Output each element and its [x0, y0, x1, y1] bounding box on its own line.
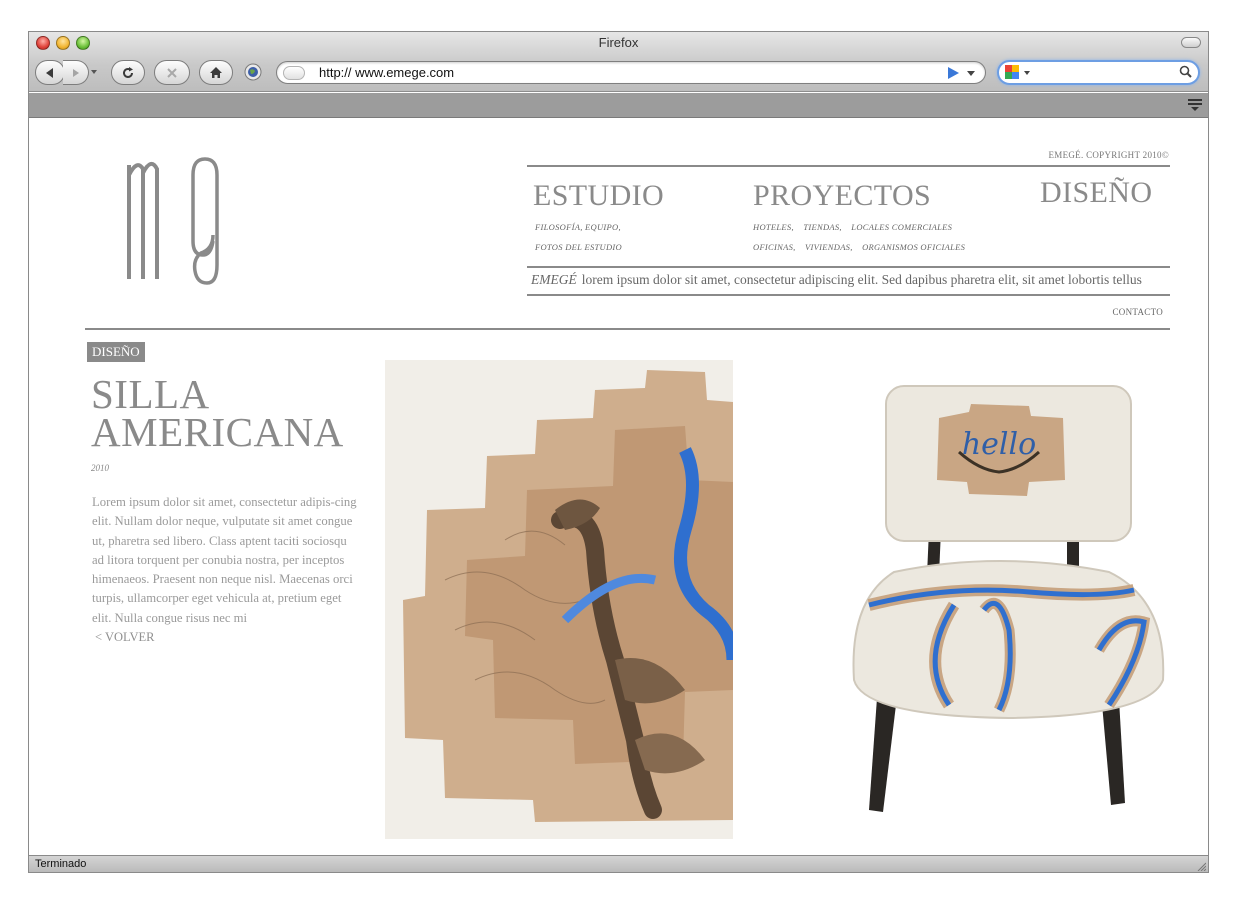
nav-proyectos-subitems-row1: HOTELES, TIENDAS, LOCALES COMERCIALES: [753, 222, 959, 232]
url-bar[interactable]: http:// www.emege.com: [276, 61, 986, 84]
contacto-link[interactable]: CONTACTO: [1112, 307, 1163, 317]
article-title-line1: SILLA: [91, 371, 210, 417]
nav-estudio-subitem[interactable]: FOTOS DEL ESTUDIO: [535, 242, 622, 252]
home-button[interactable]: [199, 60, 233, 85]
status-text: Terminado: [35, 858, 87, 870]
tagline-text: lorem ipsum dolor sit amet, consectetur …: [581, 272, 1142, 287]
home-icon: [210, 67, 222, 78]
page-icon[interactable]: [283, 66, 305, 80]
window-title: Firefox: [598, 35, 639, 50]
nav-proyectos-subitem[interactable]: ORGANISMOS OFICIALES: [862, 242, 965, 252]
tagline: EMEGÉ lorem ipsum dolor sit amet, consect…: [531, 272, 1142, 288]
category-badge[interactable]: DISEÑO: [87, 342, 145, 362]
reload-button[interactable]: [111, 60, 145, 85]
fabric-detail-image: [385, 360, 733, 839]
go-arrow-icon[interactable]: [948, 67, 959, 79]
globe-icon: [244, 63, 262, 80]
nav-estudio-subitems-row2: FOTOS DEL ESTUDIO: [535, 242, 629, 252]
toolbar-toggle-button[interactable]: [1181, 37, 1201, 48]
stop-button[interactable]: [154, 60, 190, 85]
main-divider: [85, 328, 1170, 330]
page-content: EMEGÉ. COPYRIGHT 2010© ESTUDIO FILOSOFÍA…: [29, 119, 1208, 855]
article-year: 2010: [91, 463, 109, 473]
nav-diseno-link[interactable]: DISEÑO: [1040, 176, 1152, 210]
title-bar: Firefox http:// www.emege.com: [29, 32, 1208, 92]
browser-window: Firefox http:// www.emege.com EMEGÉ. COP…: [28, 31, 1209, 873]
nav-proyectos-subitem[interactable]: OFICINAS,: [753, 242, 796, 252]
article-title-line2: AMERICANA: [91, 409, 344, 455]
google-icon[interactable]: [1005, 65, 1021, 80]
url-dropdown-icon[interactable]: [967, 71, 975, 76]
back-icon: [46, 67, 53, 78]
search-icon[interactable]: [1179, 65, 1192, 78]
copyright-text: EMEGÉ. COPYRIGHT 2010©: [1048, 150, 1169, 160]
nav-estudio-subitems-row1: FILOSOFÍA, EQUIPO,: [535, 222, 628, 232]
reload-icon: [123, 66, 133, 78]
search-input[interactable]: [1033, 63, 1173, 82]
nav-proyectos-subitem[interactable]: HOTELES,: [753, 222, 794, 232]
history-dropdown-button[interactable]: [91, 70, 97, 74]
forward-button[interactable]: [63, 60, 89, 85]
nav-proyectos-subitems-row2: OFICINAS, VIVIENDAS, ORGANISMOS OFICIALE…: [753, 242, 972, 252]
stop-icon: [167, 67, 177, 78]
back-button[interactable]: [35, 60, 65, 85]
forward-icon: [72, 68, 79, 77]
tagline-brand: EMEGÉ: [531, 272, 577, 287]
status-bar: Terminado: [29, 855, 1208, 872]
nav-proyectos-subitem[interactable]: LOCALES COMERCIALES: [851, 222, 952, 232]
nav-divider: [527, 266, 1170, 268]
header-divider: [527, 165, 1170, 167]
nav-estudio-link[interactable]: ESTUDIO: [533, 179, 664, 213]
chair-back-word: hello: [962, 427, 1036, 462]
url-text[interactable]: http:// www.emege.com: [319, 65, 454, 80]
search-bar[interactable]: [997, 60, 1200, 85]
tagline-divider: [527, 294, 1170, 296]
nav-proyectos-link[interactable]: PROYECTOS: [753, 179, 931, 213]
globe-button[interactable]: [242, 62, 264, 83]
nav-proyectos-subitem[interactable]: VIVIENDAS,: [805, 242, 853, 252]
chair-photo: hello: [799, 360, 1169, 840]
resize-grip-icon[interactable]: [1196, 861, 1206, 871]
site-logo[interactable]: [123, 155, 223, 301]
back-link[interactable]: < VOLVER: [95, 630, 155, 645]
nav-proyectos-subitem[interactable]: TIENDAS,: [803, 222, 842, 232]
bookmarks-toolbar: [29, 93, 1208, 118]
nav-estudio-subitem[interactable]: FILOSOFÍA, EQUIPO,: [535, 222, 621, 232]
article-description: Lorem ipsum dolor sit amet, consectetur …: [92, 495, 357, 625]
search-engine-dropdown-icon[interactable]: [1024, 71, 1030, 75]
bookmarks-menu-icon[interactable]: [1188, 99, 1202, 111]
